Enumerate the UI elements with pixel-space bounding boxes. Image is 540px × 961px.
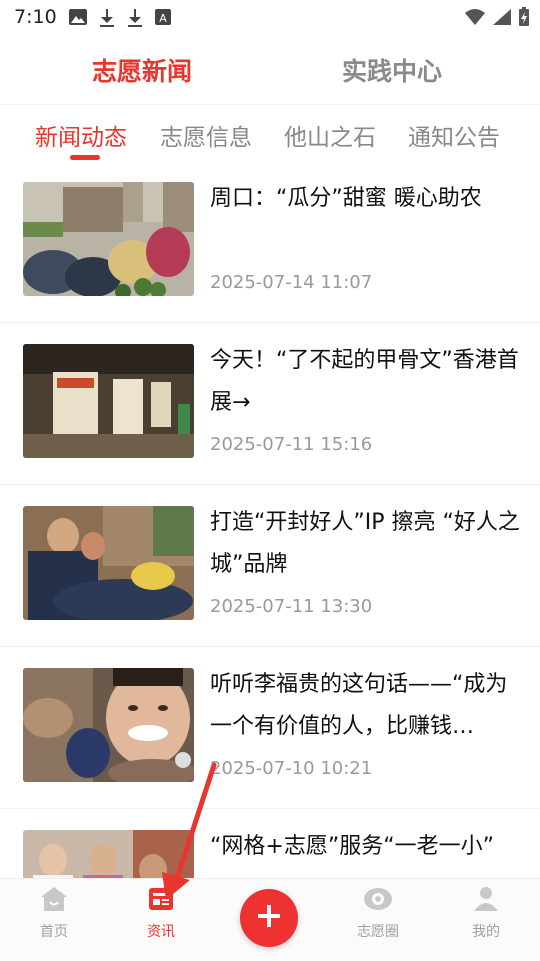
- signal-icon: [492, 8, 512, 30]
- nav-news-label: 资讯: [147, 924, 175, 940]
- nav-home[interactable]: 首页: [14, 885, 94, 941]
- news-date: 2025-07-10 10:21: [210, 758, 373, 779]
- add-button[interactable]: [240, 889, 298, 947]
- download-icon: [98, 8, 116, 32]
- nav-profile-label: 我的: [472, 924, 500, 940]
- news-date: 2025-07-11 13:30: [210, 596, 373, 617]
- list-item[interactable]: 打造“开封好人”IP 擦亮 “好人之城”品牌 2025-07-11 13:30: [0, 484, 540, 647]
- news-title[interactable]: 周口：“瓜分”甜蜜 暖心助农: [210, 178, 520, 220]
- status-icons-right: [464, 7, 530, 31]
- status-time: 7:10: [14, 6, 57, 28]
- subtab-lessons[interactable]: 他山之石: [284, 118, 376, 152]
- news-thumbnail: [23, 344, 194, 458]
- list-item[interactable]: “网格+志愿”服务“一老一小”: [0, 808, 540, 878]
- subtab-notices[interactable]: 通知公告: [408, 118, 500, 152]
- list-item[interactable]: 听听李福贵的这句话——“成为一个有价值的人，比赚钱… 2025-07-10 10…: [0, 646, 540, 809]
- news-date: 2025-07-14 11:07: [210, 272, 373, 293]
- nav-profile[interactable]: 我的: [446, 885, 526, 941]
- tab-practice-center[interactable]: 实践中心: [342, 52, 442, 88]
- wifi-icon: [464, 8, 486, 30]
- news-title[interactable]: 今天！“了不起的甲骨文”香港首展→: [210, 340, 520, 424]
- tab-volunteer-news[interactable]: 志愿新闻: [92, 52, 192, 88]
- font-icon: A: [154, 8, 172, 32]
- news-title[interactable]: 打造“开封好人”IP 擦亮 “好人之城”品牌: [210, 502, 520, 586]
- news-icon: [147, 888, 175, 917]
- home-icon: [40, 887, 68, 917]
- status-icons-left: A: [68, 8, 172, 32]
- status-bar: 7:10 A: [0, 0, 540, 36]
- subtab-news-updates[interactable]: 新闻动态: [35, 118, 127, 152]
- subtab-volunteer-info[interactable]: 志愿信息: [160, 118, 252, 152]
- news-title[interactable]: “网格+志愿”服务“一老一小”: [210, 826, 520, 868]
- image-icon: [68, 8, 88, 32]
- download-icon: [126, 8, 144, 32]
- list-item[interactable]: 今天！“了不起的甲骨文”香港首展→ 2025-07-11 15:16: [0, 322, 540, 485]
- news-thumbnail: [23, 830, 194, 878]
- news-list[interactable]: 周口：“瓜分”甜蜜 暖心助农 2025-07-14 11:07 今天！“了不起的…: [0, 160, 540, 878]
- news-thumbnail: [23, 668, 194, 782]
- nav-volunteer-circle[interactable]: 志愿圈: [338, 885, 418, 941]
- top-tabs: 志愿新闻 实践中心: [0, 38, 540, 105]
- battery-icon: [518, 7, 530, 31]
- list-item[interactable]: 周口：“瓜分”甜蜜 暖心助农 2025-07-14 11:07: [0, 160, 540, 323]
- plus-icon: [255, 902, 283, 934]
- user-icon: [472, 887, 500, 917]
- news-thumbnail: [23, 506, 194, 620]
- news-thumbnail: [23, 182, 194, 296]
- eye-icon: [363, 888, 393, 917]
- nav-news[interactable]: 资讯: [121, 885, 201, 941]
- news-date: 2025-07-11 15:16: [210, 434, 373, 455]
- bottom-nav: 首页 资讯 志愿圈 我的: [0, 878, 540, 961]
- nav-home-label: 首页: [40, 924, 68, 940]
- nav-volunteer-circle-label: 志愿圈: [357, 924, 399, 940]
- svg-text:A: A: [159, 12, 167, 25]
- news-title[interactable]: 听听李福贵的这句话——“成为一个有价值的人，比赚钱…: [210, 664, 520, 748]
